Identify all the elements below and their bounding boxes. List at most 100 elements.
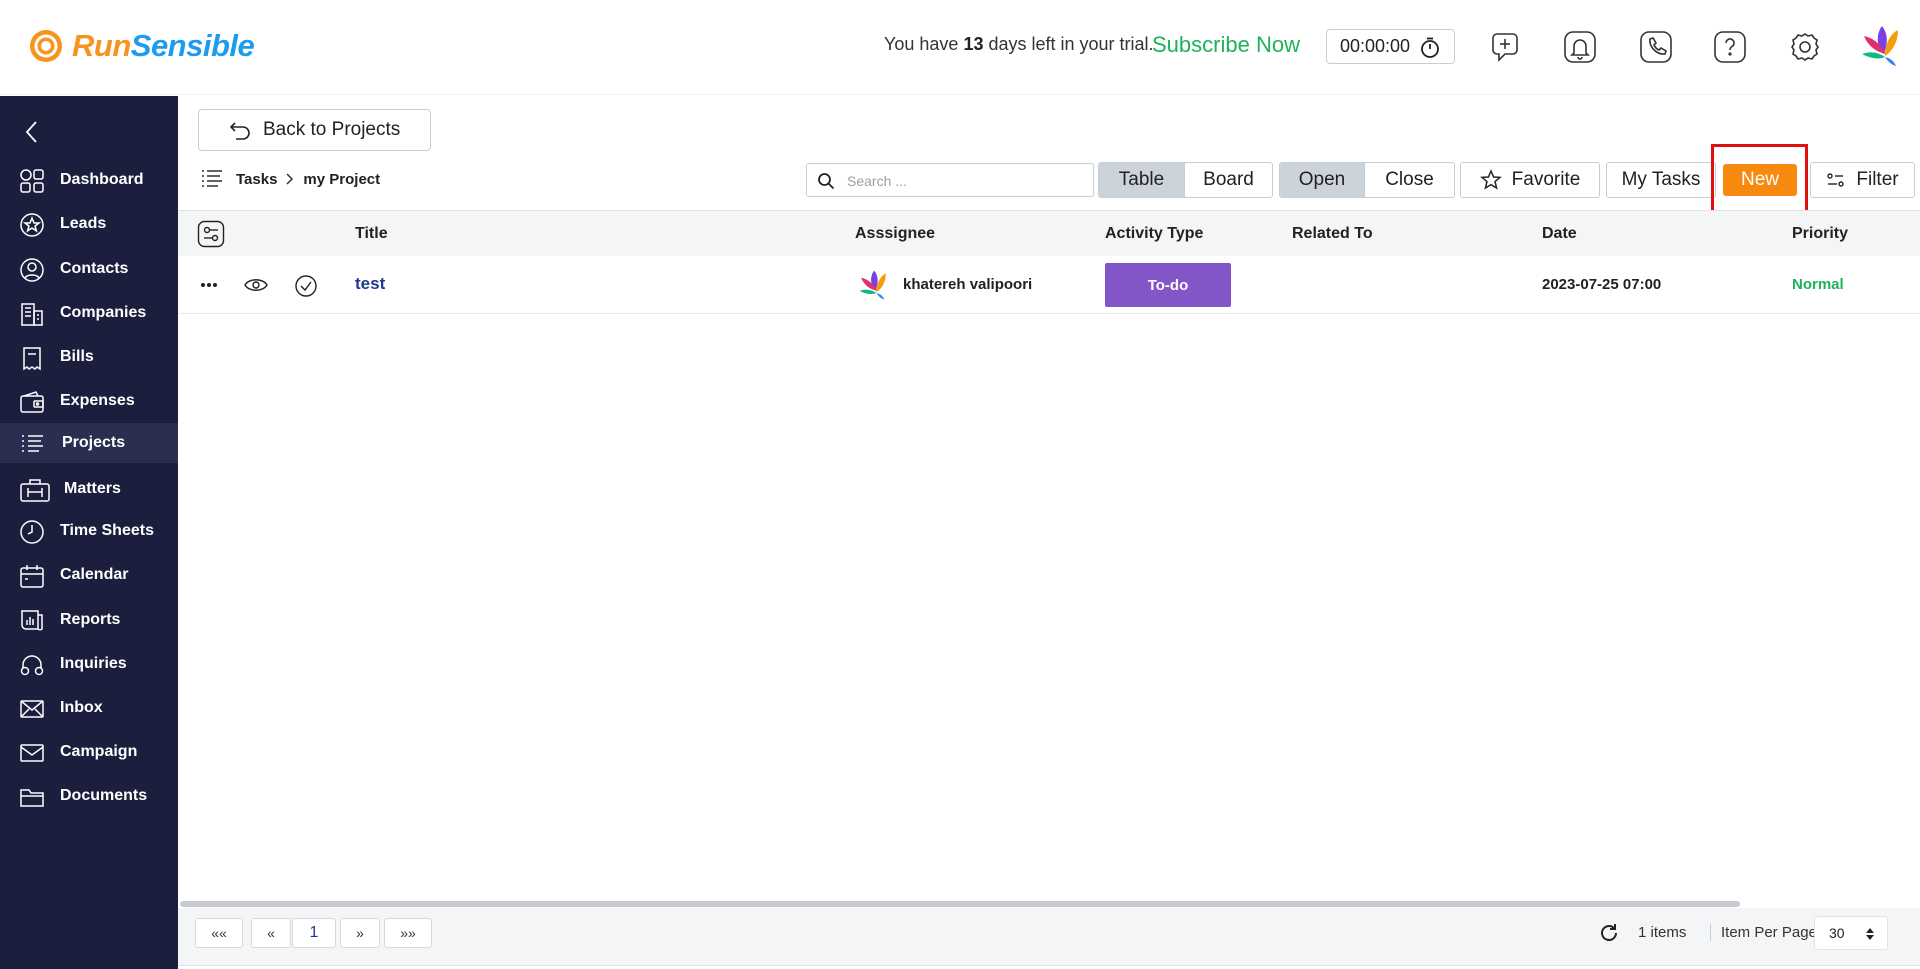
trial-notice: You have 13 days left in your trial. bbox=[884, 34, 1154, 55]
collapse-sidebar-icon[interactable] bbox=[22, 118, 42, 146]
column-header-title[interactable]: Title bbox=[355, 225, 388, 243]
report-icon bbox=[21, 610, 43, 631]
assignee-name: khatereh valipoori bbox=[903, 276, 1033, 293]
task-title-link[interactable]: test bbox=[355, 274, 385, 294]
undo-arrow-icon bbox=[229, 122, 250, 140]
favorite-label: Favorite bbox=[1511, 169, 1581, 190]
building-icon bbox=[21, 303, 43, 326]
add-activity-icon[interactable] bbox=[1487, 28, 1525, 66]
search-input[interactable] bbox=[847, 171, 1087, 191]
logo-mark-icon bbox=[30, 30, 62, 62]
sidebar-item-label: Calendar bbox=[60, 566, 129, 583]
open-filter-button[interactable]: Open bbox=[1280, 163, 1364, 197]
column-header-priority[interactable]: Priority bbox=[1792, 225, 1848, 243]
last-page-button[interactable]: »» bbox=[384, 918, 432, 948]
headset-icon bbox=[20, 655, 44, 676]
envelope-icon bbox=[20, 744, 44, 762]
refresh-icon[interactable] bbox=[1598, 922, 1620, 944]
help-icon[interactable] bbox=[1711, 28, 1749, 66]
view-toggle: Table Board bbox=[1098, 162, 1273, 198]
view-board-button[interactable]: Board bbox=[1184, 163, 1272, 197]
sidebar-item-label: Documents bbox=[60, 787, 148, 804]
sidebar-item-inquiries[interactable]: Inquiries bbox=[0, 644, 178, 684]
back-button-label: Back to Projects bbox=[263, 119, 401, 140]
activity-type-badge: To-do bbox=[1105, 263, 1231, 307]
subscribe-link[interactable]: Subscribe Now bbox=[1152, 32, 1300, 58]
table-row[interactable]: test khatereh valipoori To-do 2023-07-25… bbox=[178, 256, 1920, 314]
back-to-projects-button[interactable]: Back to Projects bbox=[198, 109, 431, 151]
current-page-button[interactable]: 1 bbox=[292, 918, 336, 948]
sidebar-item-label: Time Sheets bbox=[60, 522, 154, 539]
sidebar-item-label: Bills bbox=[60, 348, 94, 365]
new-task-button[interactable]: New bbox=[1723, 164, 1797, 196]
sidebar-item-expenses[interactable]: Expenses bbox=[0, 381, 178, 421]
prev-page-button[interactable]: « bbox=[251, 918, 291, 948]
column-header-date[interactable]: Date bbox=[1542, 225, 1577, 243]
gear-icon[interactable] bbox=[1786, 28, 1824, 66]
favorite-button[interactable]: Favorite bbox=[1460, 162, 1600, 198]
time-tracker[interactable]: 00:00:00 bbox=[1326, 29, 1455, 64]
sidebar-item-label: Campaign bbox=[60, 743, 138, 760]
more-actions-icon[interactable] bbox=[200, 282, 218, 288]
sidebar-item-leads[interactable]: Leads bbox=[0, 204, 178, 244]
sidebar-item-matters[interactable]: Matters bbox=[0, 469, 178, 509]
sidebar-item-label: Expenses bbox=[60, 392, 135, 409]
first-page-button[interactable]: «« bbox=[195, 918, 243, 948]
column-header-assignee[interactable]: Asssignee bbox=[855, 225, 935, 243]
sidebar-item-calendar[interactable]: Calendar bbox=[0, 555, 178, 595]
items-per-page-select[interactable]: 30 bbox=[1814, 916, 1888, 950]
filter-button[interactable]: Filter bbox=[1810, 162, 1915, 198]
view-table-button[interactable]: Table bbox=[1099, 163, 1184, 197]
horizontal-scrollbar[interactable] bbox=[180, 901, 1740, 907]
brand-run: Run bbox=[72, 28, 131, 63]
filter-icon bbox=[1827, 173, 1845, 187]
breadcrumb-current: my Project bbox=[303, 170, 381, 188]
sidebar-item-contacts[interactable]: Contacts bbox=[0, 249, 178, 289]
state-toggle: Open Close bbox=[1279, 162, 1455, 198]
next-page-button[interactable]: » bbox=[340, 918, 380, 948]
sidebar-item-label: Dashboard bbox=[60, 171, 144, 188]
my-tasks-label: My Tasks bbox=[1621, 169, 1701, 190]
date-cell: 2023-07-25 07:00 bbox=[1542, 276, 1662, 293]
phone-icon[interactable] bbox=[1637, 28, 1675, 66]
close-filter-button[interactable]: Close bbox=[1364, 163, 1454, 197]
stopwatch-icon bbox=[1421, 37, 1439, 58]
items-count: 1 items bbox=[1638, 924, 1687, 941]
column-header-activity-type[interactable]: Activity Type bbox=[1105, 225, 1203, 243]
chevron-right-icon bbox=[286, 173, 294, 185]
breadcrumb: Tasks my Project bbox=[200, 166, 380, 192]
briefcase-icon bbox=[20, 479, 50, 502]
folder-icon bbox=[20, 789, 44, 807]
view-eye-icon[interactable] bbox=[244, 276, 268, 294]
user-avatar[interactable] bbox=[1858, 24, 1900, 68]
sidebar-item-projects[interactable]: Projects bbox=[0, 423, 178, 463]
sidebar: Dashboard Leads Contacts Companies Bills… bbox=[0, 96, 178, 969]
trial-suffix: days left in your trial. bbox=[988, 34, 1154, 54]
complete-check-icon[interactable] bbox=[294, 274, 318, 298]
dashboard-icon bbox=[20, 169, 44, 193]
app-logo[interactable]: RunSensible bbox=[28, 26, 255, 66]
table-header: Title Asssignee Activity Type Related To… bbox=[178, 210, 1920, 256]
sidebar-item-label: Companies bbox=[60, 304, 147, 321]
timer-value: 00:00:00 bbox=[1340, 36, 1411, 56]
sort-arrows-icon bbox=[1866, 928, 1874, 940]
sidebar-item-time-sheets[interactable]: Time Sheets bbox=[0, 511, 178, 551]
bell-icon[interactable] bbox=[1561, 28, 1599, 66]
sidebar-item-dashboard[interactable]: Dashboard bbox=[0, 160, 178, 200]
column-header-related-to[interactable]: Related To bbox=[1292, 225, 1373, 243]
sidebar-item-documents[interactable]: Documents bbox=[0, 776, 178, 816]
sidebar-item-inbox[interactable]: Inbox bbox=[0, 688, 178, 728]
column-settings-icon[interactable] bbox=[197, 220, 225, 248]
main-content: Back to Projects Tasks my Project Table … bbox=[178, 96, 1920, 969]
inbox-icon bbox=[20, 700, 44, 718]
sidebar-item-companies[interactable]: Companies bbox=[0, 293, 178, 333]
sidebar-item-bills[interactable]: Bills bbox=[0, 337, 178, 377]
star-icon bbox=[1479, 169, 1502, 190]
breadcrumb-tasks[interactable]: Tasks bbox=[236, 171, 277, 188]
my-tasks-button[interactable]: My Tasks bbox=[1606, 162, 1716, 198]
sidebar-item-reports[interactable]: Reports bbox=[0, 600, 178, 640]
search-box bbox=[806, 163, 1094, 197]
sidebar-item-campaign[interactable]: Campaign bbox=[0, 732, 178, 772]
receipt-icon bbox=[23, 347, 41, 371]
sidebar-item-label: Reports bbox=[60, 611, 121, 628]
